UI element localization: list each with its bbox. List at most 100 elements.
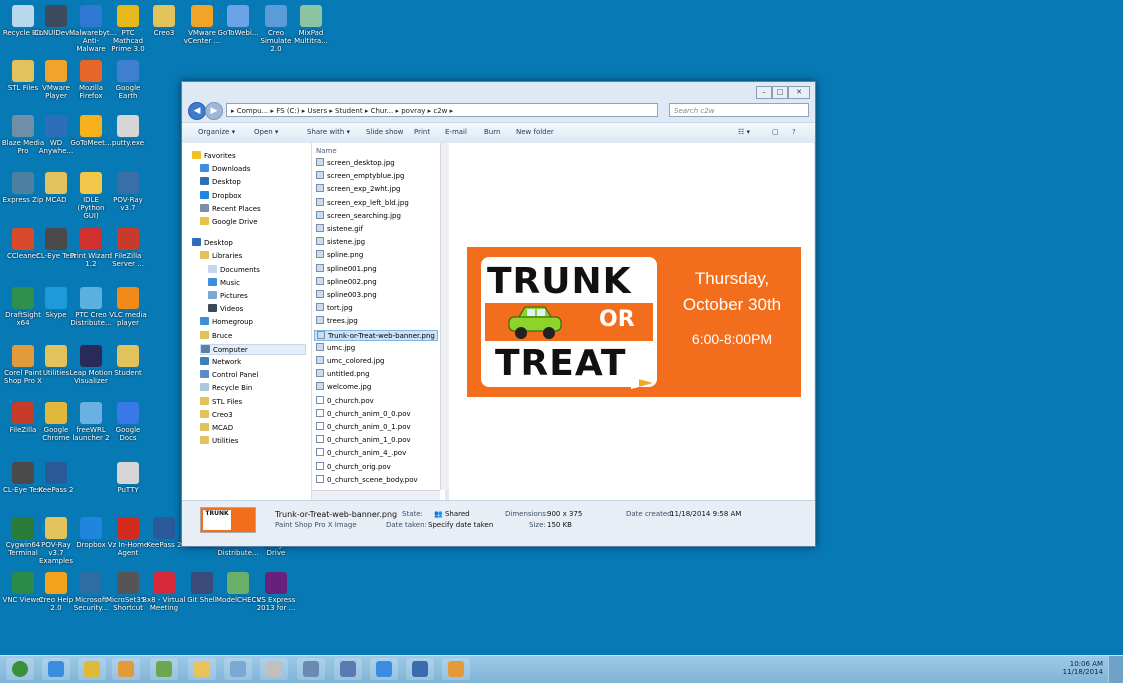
mathcad-icon [117, 5, 139, 27]
file-list-item[interactable]: untitled.png [316, 369, 370, 378]
start-orb-icon[interactable] [6, 658, 34, 680]
window-icon[interactable] [224, 658, 252, 680]
desktop-icon-item[interactable]: FileZilla Server ... [106, 228, 150, 268]
desktop-icon-item[interactable]: Google Earth [106, 60, 150, 100]
nav-item[interactable]: Dropbox [200, 190, 242, 200]
file-list-item[interactable]: screen_exp_2wht.jpg [316, 184, 400, 193]
network-icon[interactable] [297, 658, 325, 680]
nav-item[interactable]: STL Files [200, 396, 242, 406]
desktop-icon-item[interactable]: VLC media player [106, 287, 150, 327]
show-desktop-button[interactable] [1108, 656, 1123, 683]
file-list-item[interactable]: spline.png [316, 250, 363, 259]
open-button[interactable]: Open ▾ [254, 128, 278, 136]
column-header-name[interactable]: Name [316, 147, 337, 155]
nav-item[interactable]: Homegroup [200, 317, 253, 326]
nav-item[interactable]: Network [200, 357, 241, 366]
desktop-icon-item[interactable]: Student [106, 345, 150, 377]
file-list-item[interactable]: screen_exp_left_bld.jpg [316, 197, 409, 207]
nav-item[interactable]: Libraries [200, 251, 242, 260]
nav-item[interactable]: Google Drive [200, 217, 258, 226]
desktop-icon-item[interactable]: POV-Ray v3.7 [106, 172, 150, 212]
file-list-item[interactable]: spline003.png [316, 290, 377, 299]
print-button[interactable]: Print [414, 128, 430, 136]
help-icon[interactable]: ? [792, 128, 796, 136]
nav-item[interactable]: Music [208, 277, 240, 287]
file-list-item[interactable]: 0_church_anim_0_0.pov [316, 408, 411, 418]
desktop-icon-item[interactable]: MixPad Multitra... [289, 5, 333, 45]
file-list-item[interactable]: 0_church_orig.pov [316, 461, 391, 471]
organize-button[interactable]: Organize ▾ [198, 128, 235, 136]
desktop-icon-item[interactable]: KeePass 2 [34, 462, 78, 494]
gear-app-icon[interactable] [334, 658, 362, 680]
explorer-window[interactable]: – □ ✕ ◀ ▶ ▸ Compu... ▸ FS (C:) ▸ Users ▸… [181, 81, 816, 547]
file-list-item[interactable]: sistene.jpg [316, 237, 365, 246]
nav-item[interactable]: Control Panel [200, 370, 258, 379]
nav-item[interactable]: Downloads [200, 164, 250, 173]
file-list-item[interactable]: 0_church.pov [316, 395, 374, 405]
file-list-item[interactable]: umc.jpg [316, 342, 355, 352]
minimize-button[interactable]: – [756, 86, 772, 99]
search-input[interactable]: Search c2w [669, 103, 809, 117]
nav-item[interactable]: Favorites [192, 151, 236, 160]
internet-explorer-icon[interactable] [42, 658, 70, 680]
nav-item[interactable]: Pictures [208, 291, 248, 300]
nav-item[interactable]: Bruce [200, 330, 232, 340]
povray-icon[interactable] [260, 658, 288, 680]
horizontal-scrollbar[interactable] [312, 490, 440, 500]
file-explorer-icon[interactable] [188, 658, 216, 680]
title-bar[interactable]: – □ ✕ [182, 82, 815, 100]
maximize-button[interactable]: □ [772, 86, 788, 99]
close-button[interactable]: ✕ [788, 86, 810, 99]
system-tray[interactable]: 10:06 AM 11/18/2014 [1063, 660, 1103, 676]
file-list-item[interactable]: sistene.gif [316, 224, 363, 233]
share-with-button[interactable]: Share with ▾ [307, 128, 350, 136]
file-list-item[interactable]: tort.jpg [316, 303, 353, 312]
file-list-item[interactable]: spline001.png [316, 263, 377, 273]
nav-item[interactable]: Recent Places [200, 203, 261, 213]
file-list-item[interactable]: welcome.jpg [316, 382, 371, 391]
nav-item[interactable]: Utilities [200, 436, 238, 445]
file-list-item[interactable]: 0_church_anim_4_.pov [316, 448, 406, 457]
file-list-item[interactable]: screen_searching.jpg [316, 210, 401, 220]
slide-show-button[interactable]: Slide show [366, 128, 403, 136]
clock-date[interactable]: 11/18/2014 [1063, 668, 1103, 676]
notepad-icon[interactable] [150, 658, 178, 680]
new-folder-button[interactable]: New folder [516, 128, 554, 136]
forward-button[interactable]: ▶ [205, 102, 223, 120]
nav-item[interactable]: Desktop [192, 238, 233, 247]
file-list-item[interactable]: umc_colored.jpg [316, 356, 385, 365]
file-list-item[interactable]: 0_church_anim_0_1.pov [316, 422, 411, 431]
date-taken-value[interactable]: Specify date taken [428, 521, 493, 529]
nav-item[interactable]: Computer [200, 343, 306, 355]
file-list-item[interactable]: screen_desktop.jpg [316, 158, 395, 167]
burn-button[interactable]: Burn [484, 128, 500, 136]
file-list-item[interactable]: Trunk-or-Treat-web-banner.png [314, 329, 438, 341]
paintshop-icon[interactable] [112, 658, 140, 680]
desktop-icon-item[interactable]: Google Docs [106, 402, 150, 442]
nav-item[interactable]: Documents [208, 264, 260, 274]
email-button[interactable]: E-mail [445, 128, 467, 136]
desktop-icon-item[interactable]: PuTTY [106, 462, 150, 494]
chrome-icon[interactable] [78, 658, 106, 680]
explorer-active-icon[interactable] [442, 658, 470, 680]
preview-pane-icon[interactable]: ▢ [772, 128, 779, 136]
nav-item[interactable]: Recycle Bin [200, 383, 252, 392]
internet-explorer-icon[interactable] [370, 658, 398, 680]
clock-time[interactable]: 10:06 AM [1063, 660, 1103, 668]
file-list-item[interactable]: screen_emptyblue.jpg [316, 171, 404, 180]
vertical-scrollbar[interactable] [440, 143, 449, 490]
desktop-icon-item[interactable]: VS Express 2013 for ... [254, 572, 298, 612]
file-list-item[interactable]: trees.jpg [316, 316, 358, 325]
nav-item[interactable]: Desktop [200, 177, 241, 186]
nav-item[interactable]: Creo3 [200, 409, 233, 419]
file-list-item[interactable]: spline002.png [316, 276, 377, 286]
file-list-item[interactable]: 0_church_scene_body.pov [316, 474, 418, 484]
file-list-item[interactable]: 0_church_anim_1_0.pov [316, 435, 411, 444]
back-button[interactable]: ◀ [188, 102, 206, 120]
nav-item[interactable]: Videos [208, 304, 243, 313]
desktop-icon-item[interactable]: putty.exe [106, 115, 150, 147]
view-options-icon[interactable]: ☷ ▾ [738, 128, 750, 136]
photo-viewer-icon[interactable] [406, 658, 434, 680]
nav-item[interactable]: MCAD [200, 423, 233, 432]
address-bar[interactable]: ▸ Compu... ▸ FS (C:) ▸ Users ▸ Student ▸… [226, 103, 658, 117]
